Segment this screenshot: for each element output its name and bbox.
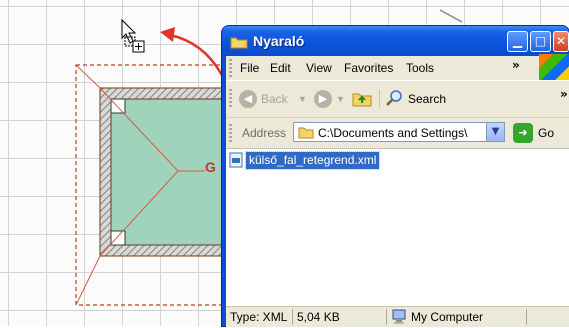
address-dropdown-button[interactable]: ▼ bbox=[486, 123, 504, 141]
address-label: Address bbox=[242, 126, 287, 140]
standard-toolbar: ◀ Back ▼ ▶ ▼ Search » bbox=[226, 81, 569, 118]
go-arrow-icon[interactable]: ➜ bbox=[513, 123, 533, 143]
search-button[interactable]: Search bbox=[408, 92, 446, 106]
window-title: Nyaraló bbox=[253, 33, 305, 49]
minimize-icon: ▁ bbox=[512, 34, 523, 48]
close-button[interactable]: ✕ bbox=[553, 31, 569, 52]
close-icon: ✕ bbox=[555, 34, 567, 48]
explorer-window[interactable]: Nyaraló ▁ □ ✕ File Edit View Favorites T… bbox=[222, 26, 569, 327]
folder-icon bbox=[298, 125, 314, 142]
chevron-down-icon: ▼ bbox=[491, 126, 500, 137]
maximize-button[interactable]: □ bbox=[530, 31, 551, 52]
menu-tools[interactable]: Tools bbox=[406, 61, 434, 75]
forward-arrow-icon[interactable]: ▶ bbox=[314, 90, 332, 108]
toolbar-overflow-chevron[interactable]: » bbox=[560, 87, 568, 101]
status-type: Type: XML bbox=[230, 310, 288, 324]
address-bar: Address C:\Documents and Settings\ ▼ ➜ G… bbox=[226, 118, 569, 149]
windows-logo-icon bbox=[539, 54, 569, 80]
menu-view[interactable]: View bbox=[306, 61, 332, 75]
cad-label: G bbox=[205, 159, 216, 175]
menu-file[interactable]: File bbox=[240, 61, 259, 75]
up-folder-icon[interactable] bbox=[352, 89, 372, 110]
folder-icon bbox=[230, 34, 248, 53]
go-button[interactable]: Go bbox=[538, 126, 554, 140]
address-input[interactable]: C:\Documents and Settings\ ▼ bbox=[293, 122, 505, 142]
maximize-icon: □ bbox=[534, 34, 547, 48]
menu-overflow-chevron[interactable]: » bbox=[512, 58, 520, 72]
file-list[interactable]: külső_fal_retegrend.xml bbox=[226, 149, 569, 306]
forward-dropdown-icon[interactable]: ▼ bbox=[336, 94, 345, 104]
status-bar: Type: XML 5,04 KB My Computer bbox=[226, 306, 569, 327]
file-name: külső_fal_retegrend.xml bbox=[244, 151, 381, 170]
menu-favorites[interactable]: Favorites bbox=[344, 61, 393, 75]
back-arrow-icon[interactable]: ◀ bbox=[239, 90, 257, 108]
minimize-button[interactable]: ▁ bbox=[507, 31, 528, 52]
status-size: 5,04 KB bbox=[297, 310, 340, 324]
drag-copy-cursor-icon bbox=[121, 18, 145, 53]
xml-file-icon bbox=[229, 152, 244, 172]
menu-grip[interactable] bbox=[229, 59, 232, 77]
address-grip[interactable] bbox=[229, 124, 232, 142]
menu-edit[interactable]: Edit bbox=[270, 61, 291, 75]
search-icon[interactable] bbox=[386, 89, 404, 110]
window-client: File Edit View Favorites Tools » ◀ Back … bbox=[226, 54, 569, 327]
my-computer-icon bbox=[391, 309, 407, 328]
address-value: C:\Documents and Settings\ bbox=[318, 126, 468, 140]
menu-bar: File Edit View Favorites Tools » bbox=[226, 54, 569, 81]
back-dropdown-icon[interactable]: ▼ bbox=[298, 94, 307, 104]
title-bar[interactable]: Nyaraló ▁ □ ✕ bbox=[222, 26, 569, 56]
back-button[interactable]: Back bbox=[261, 92, 288, 106]
toolbar-grip[interactable] bbox=[229, 89, 232, 107]
status-zone: My Computer bbox=[411, 310, 484, 324]
